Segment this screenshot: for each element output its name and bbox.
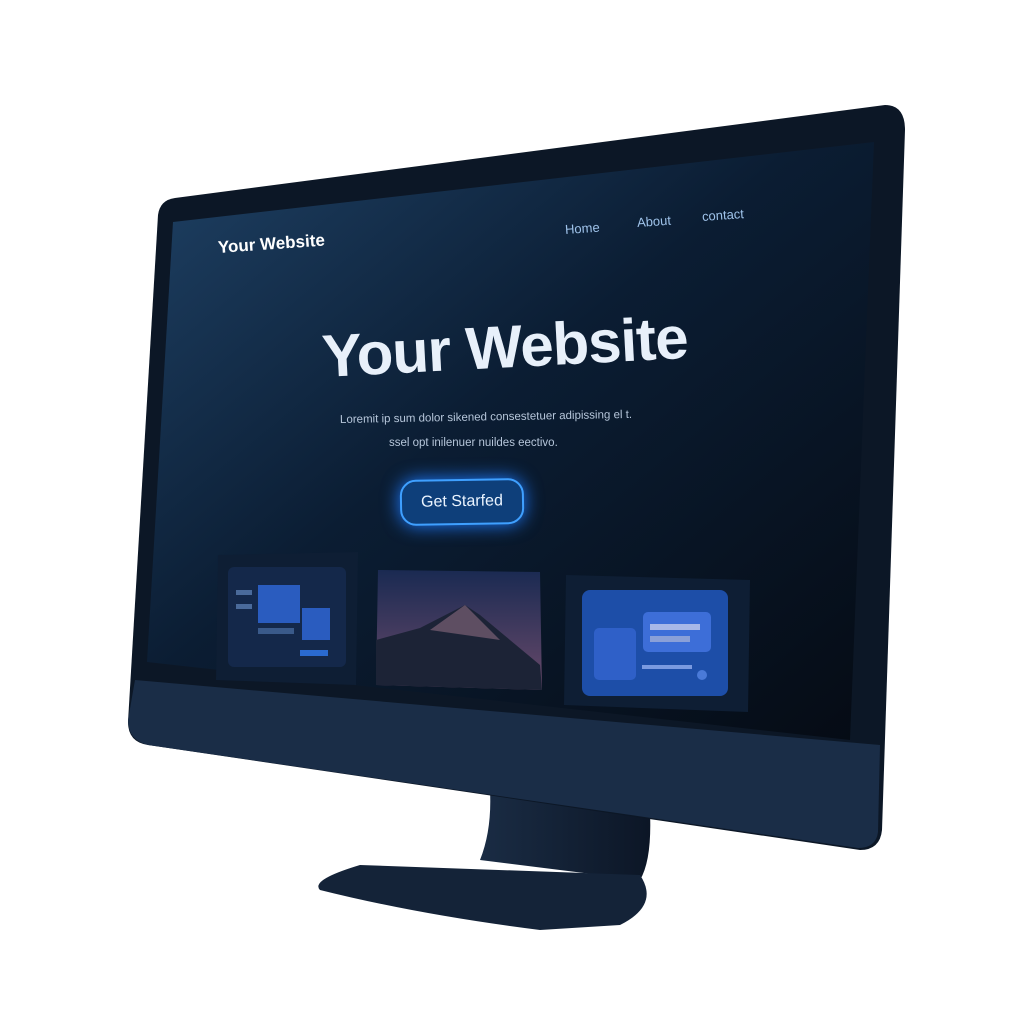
stand-base (318, 865, 647, 930)
get-started-button[interactable]: Get Starfed (399, 477, 525, 527)
nav-home[interactable]: Home (564, 220, 600, 237)
thumbnail-mountain (376, 570, 542, 690)
nav-about[interactable]: About (636, 213, 671, 230)
thumbnail-dashboard (216, 552, 358, 685)
thumbnail-app-cards (564, 575, 750, 712)
nav-contact[interactable]: contact (701, 206, 744, 224)
hero-text-line-2: ssel opt inilenuer nuildes eectivo. (389, 437, 558, 449)
